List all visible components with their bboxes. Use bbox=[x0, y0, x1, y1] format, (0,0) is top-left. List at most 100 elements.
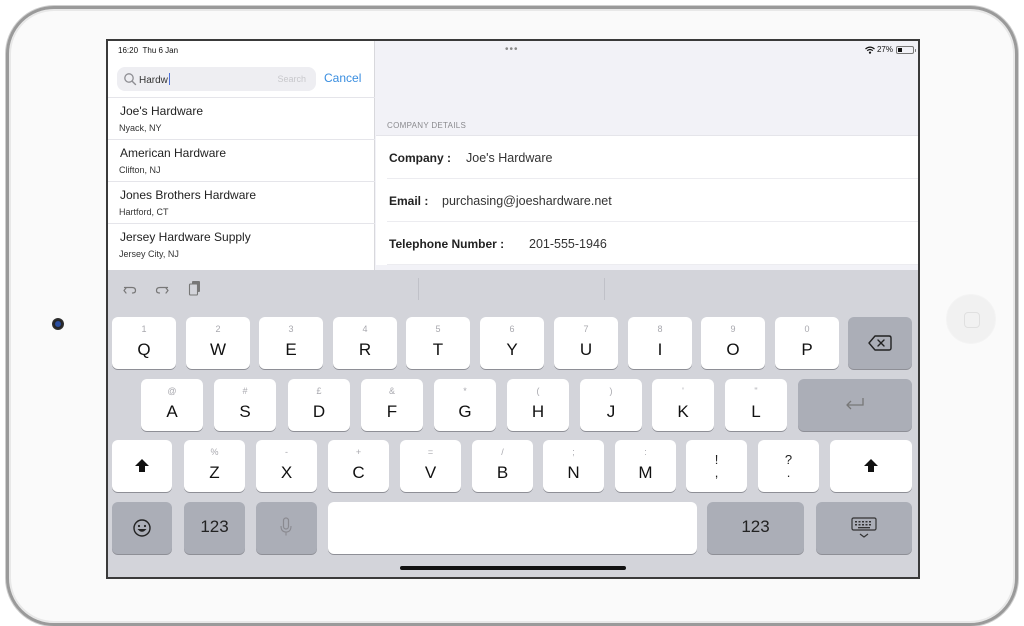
key-y[interactable]: 6Y bbox=[480, 317, 544, 369]
key-label: , bbox=[714, 465, 719, 480]
key-label: Q bbox=[137, 340, 151, 359]
list-item[interactable]: Jones Brothers Hardware Hartford, CT bbox=[108, 181, 375, 223]
detail-value: Joe's Hardware bbox=[466, 151, 553, 165]
key-label: U bbox=[579, 340, 593, 359]
key-label: 123 bbox=[200, 517, 229, 536]
key-o[interactable]: 9O bbox=[701, 317, 765, 369]
key-i[interactable]: 8I bbox=[628, 317, 692, 369]
key-label: R bbox=[358, 340, 372, 359]
redo-icon[interactable] bbox=[154, 282, 170, 298]
key-alt-label: 7 bbox=[583, 324, 589, 334]
key-n[interactable]: ; N bbox=[543, 440, 604, 492]
date-label: Thu 6 Jan bbox=[142, 46, 179, 55]
key-alt-label: 5 bbox=[435, 324, 441, 334]
key-f[interactable]: & F bbox=[361, 379, 423, 431]
detail-row-telephone: Telephone Number : 201-555-1946 bbox=[387, 222, 918, 265]
key-label: X bbox=[280, 463, 293, 482]
key-r[interactable]: 4R bbox=[333, 317, 397, 369]
numbers-key-right[interactable]: 123 bbox=[707, 502, 804, 554]
paste-icon[interactable] bbox=[187, 280, 203, 296]
hide-keyboard-key[interactable] bbox=[816, 502, 912, 554]
detail-label: Telephone Number : bbox=[389, 237, 505, 251]
key-alt-label: " bbox=[754, 386, 758, 396]
key-t[interactable]: 5T bbox=[406, 317, 470, 369]
key-b[interactable]: / B bbox=[472, 440, 533, 492]
company-name: Jersey Hardware Supply bbox=[120, 230, 251, 244]
key-label: . bbox=[786, 465, 791, 480]
microphone-icon bbox=[280, 517, 292, 536]
battery-icon bbox=[896, 45, 916, 54]
numbers-key-left[interactable]: 123 bbox=[184, 502, 245, 554]
shift-icon bbox=[135, 459, 149, 472]
key-d[interactable]: £ D bbox=[288, 379, 350, 431]
key-u[interactable]: 7U bbox=[554, 317, 618, 369]
key-w[interactable]: 2W bbox=[186, 317, 250, 369]
key-g[interactable]: * G bbox=[434, 379, 496, 431]
key-alt-label: / bbox=[501, 447, 504, 457]
company-name: American Hardware bbox=[120, 146, 227, 160]
key-alt-label: 4 bbox=[362, 324, 368, 334]
detail-row-email: Email : purchasing@joeshardware.net bbox=[387, 179, 918, 222]
key-a[interactable]: @ A bbox=[141, 379, 203, 431]
detail-row-company: Company : Joe's Hardware bbox=[387, 136, 918, 179]
list-item[interactable]: American Hardware Clifton, NJ bbox=[108, 139, 375, 181]
home-indicator[interactable] bbox=[400, 566, 626, 570]
time-label: 16:20 bbox=[118, 46, 139, 55]
detail-value[interactable]: purchasing@joeshardware.net bbox=[442, 194, 612, 208]
camera-icon bbox=[52, 318, 64, 330]
key-s[interactable]: # S bbox=[214, 379, 276, 431]
home-button[interactable] bbox=[946, 294, 996, 344]
undo-icon[interactable] bbox=[122, 282, 138, 298]
key-h[interactable]: (H bbox=[507, 379, 569, 431]
key-m[interactable]: :M bbox=[615, 440, 676, 492]
space-bar[interactable] bbox=[328, 502, 697, 554]
key-comma[interactable]: !, bbox=[686, 440, 747, 492]
key-label: B bbox=[496, 463, 509, 482]
key-label: E bbox=[285, 340, 297, 359]
cancel-button[interactable]: Cancel bbox=[324, 71, 361, 85]
return-key[interactable] bbox=[798, 379, 912, 431]
dictation-key[interactable] bbox=[256, 502, 317, 554]
key-label: A bbox=[166, 402, 178, 421]
key-alt-label: ( bbox=[536, 386, 540, 396]
key-l[interactable]: " L bbox=[725, 379, 787, 431]
detail-label: Email : bbox=[389, 194, 429, 208]
detail-value[interactable]: 201-555-1946 bbox=[529, 237, 607, 251]
key-j[interactable]: ) J bbox=[580, 379, 642, 431]
key-label: G bbox=[458, 402, 472, 421]
shift-key-right[interactable] bbox=[830, 440, 912, 492]
key-alt-label: £ bbox=[316, 386, 322, 396]
emoji-key[interactable] bbox=[112, 502, 172, 554]
toolbar-divider bbox=[418, 278, 419, 300]
list-item[interactable]: Joe's Hardware Nyack, NY bbox=[108, 97, 375, 139]
key-label: O bbox=[726, 340, 740, 359]
key-label: 123 bbox=[741, 517, 770, 536]
key-e[interactable]: 3E bbox=[259, 317, 323, 369]
key-p[interactable]: 0P bbox=[775, 317, 839, 369]
key-z[interactable]: % Z bbox=[184, 440, 245, 492]
key-alt-label: # bbox=[242, 386, 248, 396]
detail-label: Company : bbox=[389, 151, 452, 165]
key-label: S bbox=[239, 402, 251, 421]
key-label: N bbox=[567, 463, 580, 482]
multitasking-dots[interactable]: ••• bbox=[505, 44, 519, 55]
section-header: COMPANY DETAILS bbox=[387, 121, 467, 130]
key-v[interactable]: = V bbox=[400, 440, 461, 492]
delete-key[interactable] bbox=[848, 317, 912, 369]
key-c[interactable]: + C bbox=[328, 440, 389, 492]
key-period[interactable]: ?. bbox=[758, 440, 819, 492]
key-k[interactable]: ' K bbox=[652, 379, 714, 431]
key-label: V bbox=[424, 463, 437, 482]
emoji-icon bbox=[133, 519, 151, 537]
key-alt-label: * bbox=[463, 386, 467, 396]
key-alt-label: ; bbox=[572, 447, 575, 457]
search-input[interactable]: Hardw Search bbox=[117, 67, 316, 91]
shift-key-left[interactable] bbox=[112, 440, 172, 492]
key-x[interactable]: -X bbox=[256, 440, 317, 492]
key-q[interactable]: 1Q bbox=[112, 317, 176, 369]
list-item[interactable]: Jersey Hardware Supply Jersey City, NJ bbox=[108, 223, 375, 265]
key-label: C bbox=[352, 463, 365, 482]
company-name: Jones Brothers Hardware bbox=[120, 188, 257, 202]
company-location: Jersey City, NJ bbox=[119, 249, 179, 259]
keyboard: 1 Q 2 W 3 E 4 R 5 T 6 Y 7 U 8 I 9 O 0 P @ A # S £ D & F * G(H) J ' K " L% Z… bbox=[108, 270, 918, 577]
